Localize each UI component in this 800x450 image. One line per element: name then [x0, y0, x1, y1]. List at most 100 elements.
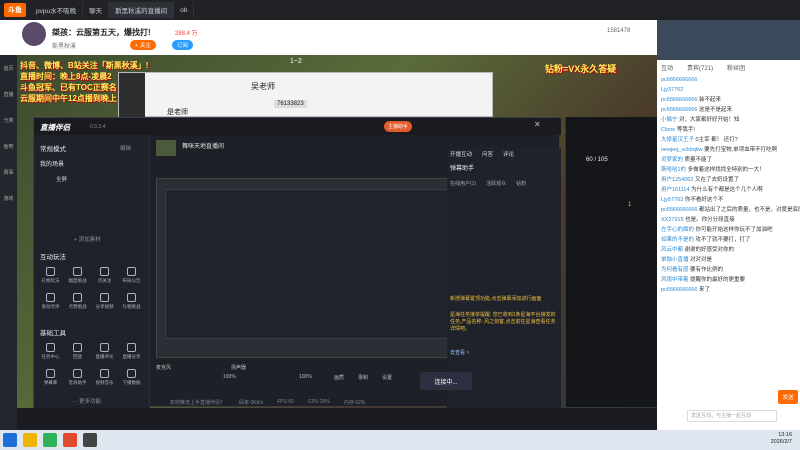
follow-button[interactable]: + 关注 — [130, 40, 156, 50]
speaker-volume: 100% — [299, 374, 312, 380]
tool-button[interactable]: 礼物挑战 — [119, 289, 144, 313]
chat-username[interactable]: 用户161114 — [661, 187, 690, 193]
tab-qa[interactable]: 问答 — [482, 150, 493, 158]
chat-username[interactable]: 斯哈哈1的 — [661, 167, 686, 173]
tool-button[interactable]: 礼物玩法 — [38, 263, 63, 287]
chat-username[interactable]: newjeq_vckbqitw — [661, 147, 703, 153]
mic-label[interactable]: 麦克风 — [156, 364, 171, 371]
chat-username[interactable]: pc6666666666 — [661, 107, 697, 113]
browser-tab[interactable]: 聊天 — [83, 2, 110, 18]
tool-button[interactable]: 回放 — [65, 339, 90, 363]
scene-label: 我的场景 — [40, 162, 65, 168]
edit-button[interactable]: 编辑 — [120, 144, 131, 152]
nav-item-category[interactable]: 分类 — [0, 107, 17, 133]
tool-button[interactable]: 弹幕库 — [38, 365, 63, 389]
status-help[interactable]: 如何推流上手直播伴侣？ — [170, 399, 225, 406]
tool-button[interactable]: 分享视频 — [92, 289, 117, 313]
quality-button[interactable]: 画质 — [334, 374, 344, 381]
danmu-link[interactable]: 去查看 > — [450, 349, 469, 356]
tool-button[interactable]: 直播分享 — [119, 339, 144, 363]
status-badge[interactable]: 主播助手 — [384, 121, 413, 132]
danmu-title: 弹幕助手 — [450, 166, 475, 172]
room-title: 桀孩：云服第五天，爆找打! — [52, 28, 151, 37]
tool-button[interactable]: 下播数据 — [119, 365, 144, 389]
avatar[interactable] — [22, 22, 46, 46]
interact-title: 互动玩法 — [40, 254, 66, 261]
chat-username[interactable]: 灵梦家的 — [661, 157, 683, 163]
chat-username[interactable]: XX27915 — [661, 217, 684, 223]
more-tools-button[interactable]: ··· 更多功能 — [72, 397, 101, 405]
streamer-name[interactable]: 斯黑秋溪 — [52, 41, 76, 50]
chat-username[interactable]: 风雨中带着 — [661, 277, 689, 283]
chat-username[interactable]: 左手心的面的 — [661, 227, 694, 233]
chat-message: 斯哈哈1的 多做着这样找找全特别的一大！ — [657, 166, 800, 176]
obs-icon[interactable] — [83, 433, 97, 447]
tab-interact[interactable]: 互动 — [661, 63, 673, 72]
tool-button[interactable]: 直播评论 — [92, 339, 117, 363]
browser-tab[interactable]: ob — [174, 2, 195, 18]
chat-username[interactable]: 大修星汉王子 — [661, 137, 694, 143]
clock-time: 13:16 — [778, 432, 792, 438]
chat-username[interactable]: pc6666666666 — [661, 287, 697, 293]
speaker-label[interactable]: 扬声器 — [231, 364, 246, 371]
tab-active-viewers[interactable]: 活跃观众 — [486, 180, 506, 187]
tab-online-users[interactable]: 在线用户(1) — [450, 180, 476, 187]
chat-input[interactable]: 发送互动，与主播一起互动 — [687, 410, 777, 422]
chat-username[interactable]: pc6666666666 — [661, 77, 697, 83]
chat-message: 风雨中带着 提醒你的最好的更重要 — [657, 276, 800, 286]
nav-item-games[interactable]: 游戏 — [0, 185, 17, 211]
add-material-button[interactable]: + 添加素材 — [74, 235, 101, 243]
tab-interact[interactable]: 开播互动 — [450, 150, 472, 158]
obs-preview[interactable] — [156, 178, 474, 358]
chat-username[interactable]: 小猫宁 — [661, 117, 678, 123]
tab-comment[interactable]: 评论 — [503, 150, 514, 158]
tab-diamond-fans[interactable]: 钻粉 — [516, 180, 526, 187]
chat-username[interactable]: 单独小直播 — [661, 257, 689, 263]
obs-titlebar: 直播伴侣 0.3.3.4 主播助手 ✕ — [34, 118, 561, 135]
wechat-icon[interactable] — [43, 433, 57, 447]
chat-username[interactable]: pc6666666666 — [661, 207, 697, 213]
tool-button[interactable]: 发动点评 — [38, 289, 63, 313]
tool-button[interactable]: 点关注 — [92, 263, 117, 287]
tool-button[interactable]: 任务中心 — [38, 339, 63, 363]
scene-item[interactable]: 全屏 — [56, 175, 67, 183]
tool-button[interactable]: 音效助手 — [65, 365, 90, 389]
chat-username[interactable]: 用户1254062 — [661, 177, 693, 183]
obs-version: 0.3.3.4 — [90, 124, 106, 130]
send-button[interactable]: 发送 — [778, 390, 798, 404]
stream-thumbnail — [156, 140, 176, 156]
chat-username[interactable]: 如果的不是的 — [661, 237, 694, 243]
tool-button[interactable]: 幅度挑战 — [65, 263, 90, 287]
chat-username[interactable]: Ljy57762 — [661, 197, 683, 203]
heat-count: 288.4 万 — [175, 31, 198, 37]
nav-item-home[interactable]: 首页 — [0, 55, 17, 81]
nav-item-live[interactable]: 直播 — [0, 81, 17, 107]
nav-item-fishbar[interactable]: 鱼吧 — [0, 133, 17, 159]
chat-username[interactable]: 风云中都 — [661, 247, 683, 253]
room-banner[interactable] — [657, 20, 800, 60]
start-icon[interactable] — [3, 433, 17, 447]
folder-icon[interactable] — [23, 433, 37, 447]
tab-fans[interactable]: 粉丝团 — [727, 63, 745, 72]
chat-username[interactable]: 为何看有感 — [661, 267, 689, 273]
browser-tab[interactable]: pvpu水不吸晚 — [30, 2, 84, 18]
record-button[interactable]: 录制 — [358, 374, 368, 381]
status-bitrate: 码率 0Kb/s — [239, 399, 264, 406]
browser-icon[interactable] — [63, 433, 77, 447]
chat-username[interactable]: Clone — [661, 127, 675, 133]
tab-vip[interactable]: 贵宾(721) — [687, 63, 713, 72]
chat-message: 风云中都 谢谢的好感受对你的 — [657, 246, 800, 256]
browser-tab-active[interactable]: 斯黑秋溪的直播间 — [109, 2, 175, 18]
nav-item-events[interactable]: 赛事 — [0, 159, 17, 185]
mode-dropdown[interactable]: 常规模式 — [40, 143, 66, 153]
chat-username[interactable]: Ljy37762 — [661, 87, 683, 93]
start-live-button[interactable]: 连接中... — [420, 372, 472, 390]
tool-button[interactable]: 布局公告 — [119, 263, 144, 287]
settings-button[interactable]: 设置 — [382, 374, 392, 381]
tool-button[interactable]: 点赞挑战 — [65, 289, 90, 313]
subscribe-button[interactable]: 订阅 — [172, 40, 194, 50]
close-icon[interactable]: ✕ — [534, 120, 541, 129]
chat-username[interactable]: pc6666666666 — [661, 97, 697, 103]
stream-name: 舞咪天地直播间 — [182, 144, 225, 150]
tool-button[interactable]: 视频音乐 — [92, 365, 117, 389]
